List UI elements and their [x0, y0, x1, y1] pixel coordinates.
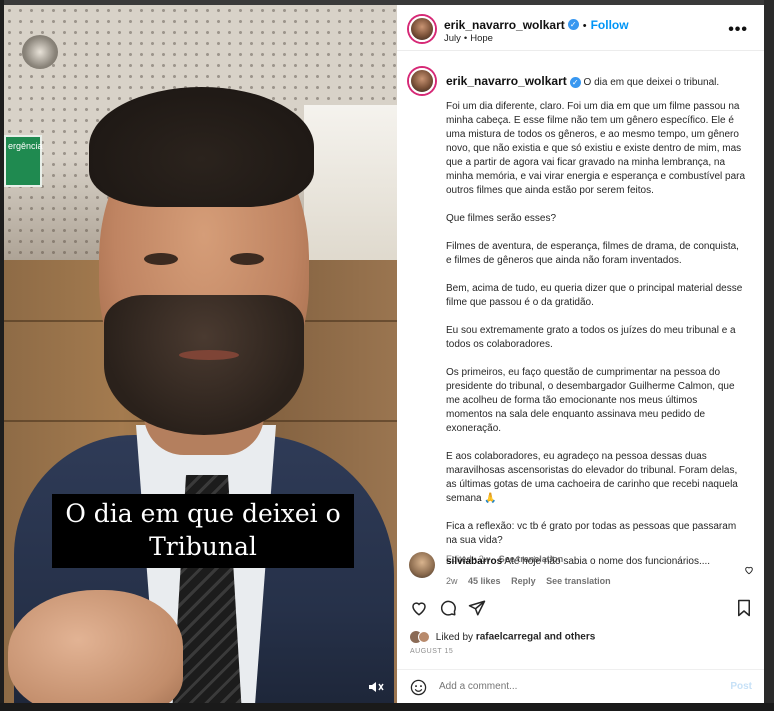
add-comment-input[interactable] — [439, 681, 719, 692]
liked-by-prefix: Liked by — [435, 631, 474, 643]
reel-video[interactable]: ergência O dia em que deixei o Tribunal — [4, 5, 397, 704]
commenter-avatar[interactable] — [409, 552, 435, 578]
caption-paragraph: Eu sou extremamente grato a todos os juí… — [446, 325, 736, 350]
comment-username[interactable]: silviabarros — [446, 556, 502, 567]
separator-dot: • — [463, 33, 468, 44]
caption-paragraph: Filmes de aventura, de esperança, filmes… — [446, 241, 739, 266]
caption-paragraph: Os primeiros, eu faço questão de cumprim… — [446, 367, 735, 434]
caption-body: Foi um dia diferente, claro. Foi um dia … — [446, 100, 746, 566]
separator-dot: • — [582, 20, 587, 32]
caption-header: erik_navarro_wolkart ✓ O dia em que deixe… — [446, 74, 746, 88]
follow-button[interactable]: Follow — [591, 18, 629, 32]
background-strip-bottom — [0, 703, 774, 711]
emoji-icon[interactable] — [410, 679, 427, 701]
share-icon[interactable] — [468, 599, 486, 622]
person-hand — [8, 590, 183, 704]
ceiling-light — [22, 35, 58, 69]
audio-title[interactable]: Hope — [470, 33, 493, 44]
verified-badge-icon: ✓ — [567, 19, 579, 31]
audio-artist[interactable]: July — [444, 33, 461, 44]
exit-sign-text: ergência — [8, 141, 43, 151]
background-strip-right — [764, 0, 774, 711]
post-comment-button[interactable]: Post — [730, 681, 752, 692]
author-avatar[interactable] — [409, 16, 435, 42]
verified-badge-icon: ✓ — [569, 76, 581, 88]
caption-paragraph: Fica a reflexão: vc tb é grato por todas… — [446, 521, 737, 546]
comment-time[interactable]: 2w — [446, 576, 458, 586]
comments-scroll-area[interactable]: erik_navarro_wolkart ✓ O dia em que deixe… — [397, 52, 764, 592]
see-translation-link[interactable]: See translation — [546, 576, 611, 586]
header-username-row: erik_navarro_wolkart ✓ • Follow — [444, 16, 629, 34]
more-horizontal-icon[interactable]: ••• — [728, 21, 748, 39]
comment-bar: Post — [397, 669, 764, 704]
caption-paragraph: Bem, acima de tudo, eu queria dizer que … — [446, 283, 743, 308]
caption-paragraph: Que filmes serão esses? — [446, 213, 557, 224]
comment-text-row: silviabarros Até hoje não sabia o nome d… — [446, 556, 736, 567]
comment-text: Até hoje não sabia o nome dos funcionári… — [504, 556, 711, 567]
header-subtitle: July • Hope — [444, 33, 493, 44]
caption-paragraph: Foi um dia diferente, claro. Foi um dia … — [446, 101, 746, 196]
person-mouth — [179, 350, 239, 360]
liked-by-user[interactable]: rafaelcarregal — [476, 632, 542, 643]
reply-button[interactable]: Reply — [511, 576, 536, 586]
screen: ergência O dia em que deixei o Tribunal … — [0, 0, 774, 711]
author-username[interactable]: erik_navarro_wolkart — [444, 18, 565, 32]
post-actions — [397, 595, 764, 625]
heart-small-icon[interactable] — [744, 562, 754, 580]
bookmark-icon[interactable] — [736, 599, 752, 622]
post-header: erik_navarro_wolkart ✓ • Follow July • Hope •… — [397, 5, 764, 51]
comment-likes[interactable]: 45 likes — [468, 576, 501, 586]
caption-paragraph: E aos colaboradores, eu agradeço na pess… — [446, 451, 738, 504]
liker-avatar — [418, 631, 430, 643]
heart-icon[interactable] — [410, 599, 428, 622]
exit-sign: ergência — [4, 135, 43, 187]
caption-line-2: Tribunal — [149, 532, 257, 561]
author-avatar[interactable] — [409, 68, 435, 94]
post-date[interactable]: AUGUST 15 — [410, 648, 453, 655]
liked-by-row: Liked by rafaelcarregal and others — [410, 631, 595, 643]
person-eye-right — [230, 253, 264, 265]
caption-title: O dia em que deixei o tribunal. — [583, 77, 720, 88]
caption-line-1: O dia em que deixei o — [65, 499, 341, 528]
video-caption: O dia em que deixei o Tribunal — [52, 494, 354, 568]
comment-meta: 2w 45 likes Reply See translation — [446, 576, 611, 586]
person-hair — [89, 87, 314, 207]
caption-username[interactable]: erik_navarro_wolkart — [446, 74, 567, 88]
liked-by-others[interactable]: and others — [544, 632, 595, 643]
comment-icon[interactable] — [439, 599, 457, 622]
post-details-panel: erik_navarro_wolkart ✓ • Follow July • Hope •… — [397, 5, 764, 704]
person-beard — [104, 295, 304, 435]
speaker-muted-icon[interactable] — [368, 680, 388, 698]
person-eye-left — [144, 253, 178, 265]
